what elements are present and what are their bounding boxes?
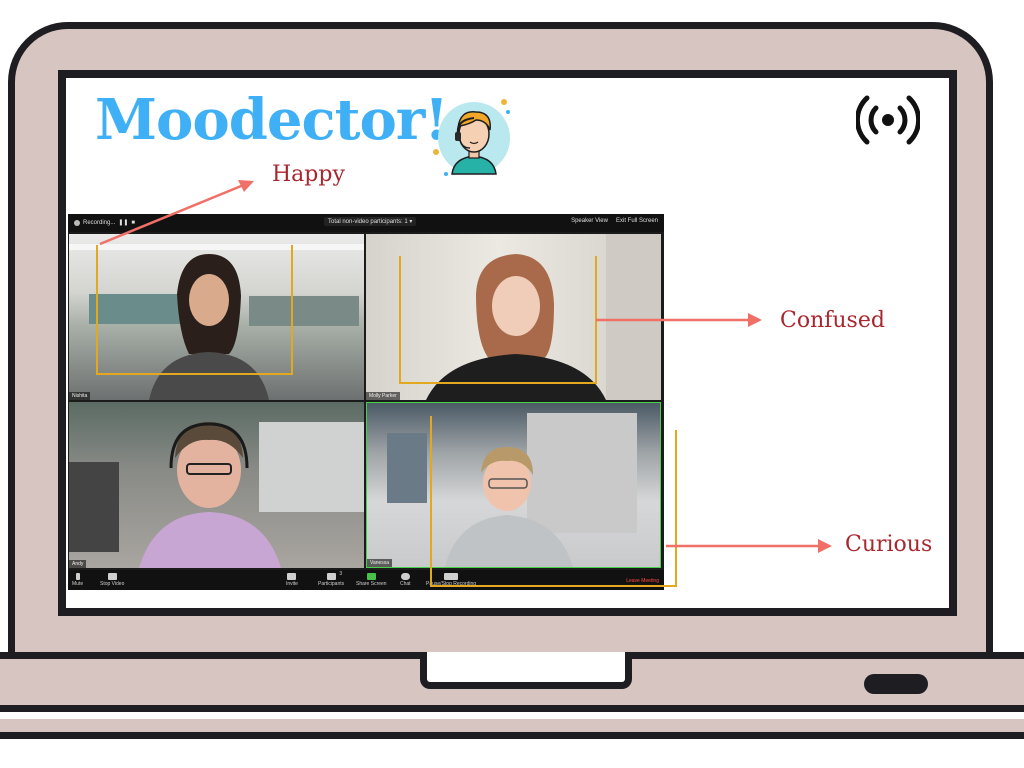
non-video-participants-dropdown[interactable]: Total non-video participants: 1 ▾ [324,217,417,226]
leave-meeting-button[interactable]: Leave Meeting [626,578,659,584]
emotion-label-confused: Confused [780,308,885,333]
share-screen-label: Share Screen [356,581,387,587]
recording-indicator[interactable]: Recording... ❚❚ ■ [74,219,135,226]
mute-button[interactable]: Mute [72,573,83,587]
pause-icon[interactable]: ❚❚ [118,219,128,226]
microphone-icon [75,573,80,580]
app-title: Moodector! [95,87,449,153]
participants-label: Participants [318,581,345,587]
participant-silhouette [69,422,364,568]
participants-count-badge: 3 [339,571,343,577]
pause-recording-label: Pause/Stop Recording [426,581,477,587]
video-tile-3[interactable]: Andy [69,402,364,568]
share-screen-icon [366,573,376,580]
record-icon [74,219,80,226]
video-tile-1[interactable]: Nishita [69,234,364,400]
speaker-view-button[interactable]: Speaker View [571,218,608,224]
stop-video-label: Stop Video [100,581,125,587]
participants-button[interactable]: Participants 3 [318,571,345,587]
laptop-notch [420,652,632,689]
chat-button[interactable]: Chat [400,573,411,587]
participant-name: Molly Parker [366,392,400,400]
participant-silhouette [387,413,637,567]
people-icon [326,573,336,580]
pause-recording-button[interactable]: Pause/Stop Recording [426,573,476,587]
participant-name: Nishita [69,392,91,400]
meeting-top-bar: Recording... ❚❚ ■ Total non-video partic… [68,214,664,232]
video-tile-4[interactable]: Vanessa [366,402,661,568]
share-screen-button[interactable]: Share Screen [356,573,387,587]
video-meeting-window: Recording... ❚❚ ■ Total non-video partic… [68,214,664,590]
invite-button[interactable]: Invite [286,573,298,587]
emotion-label-curious: Curious [845,532,933,557]
participant-silhouette [69,244,364,400]
participant-name: Andy [69,560,87,568]
agent-avatar-icon [433,99,510,176]
laptop-foot [0,719,1024,739]
non-video-participants-label: Total non-video participants: 1 [328,219,408,225]
exit-full-screen-button[interactable]: Exit Full Screen [616,218,658,224]
video-camera-icon [107,573,117,580]
stop-icon[interactable]: ■ [131,220,135,226]
stop-video-button[interactable]: Stop Video [100,573,124,587]
participant-silhouette [426,234,661,400]
meeting-controls-bar: Mute Stop Video Invite Participants 3 Sh… [68,570,664,590]
chat-label: Chat [400,581,411,587]
broadcast-icon[interactable] [856,92,920,148]
recording-label: Recording... [83,219,116,226]
add-person-icon [287,573,297,580]
mute-label: Mute [72,581,84,587]
emotion-label-happy: Happy [272,162,345,187]
laptop-indicator [864,674,928,694]
participant-name: Vanessa [367,559,393,567]
video-tile-2[interactable]: Molly Parker [366,234,661,400]
chat-bubble-icon [400,573,410,580]
invite-label: Invite [286,581,298,587]
pause-stop-icon [444,573,459,580]
